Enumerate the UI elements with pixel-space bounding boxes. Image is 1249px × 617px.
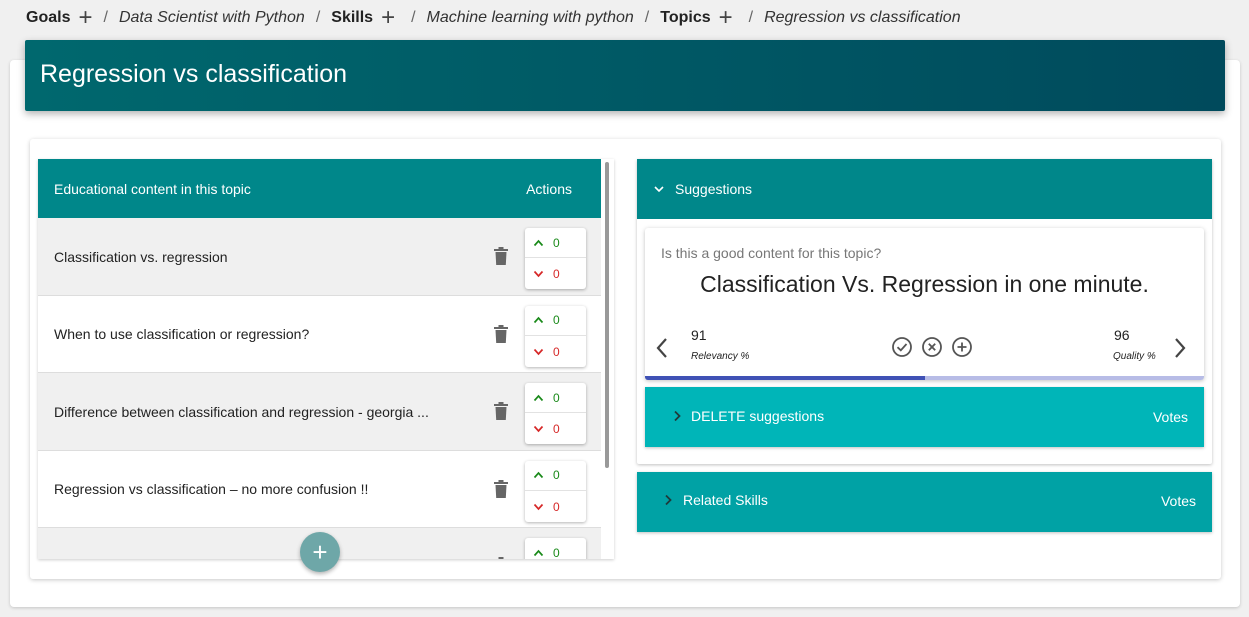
add-content-button[interactable]: + (300, 532, 340, 572)
breadcrumb-separator: / (411, 9, 416, 26)
cancel-circle-icon[interactable] (921, 336, 943, 358)
upvote-count: 0 (553, 468, 560, 482)
add-skill-icon[interactable]: + (381, 6, 395, 30)
suggestion-progress-fill (645, 376, 925, 380)
delete-suggestions-votes: Votes (1152, 409, 1188, 425)
chevron-right-icon[interactable] (1173, 337, 1187, 359)
add-topic-icon[interactable]: + (719, 6, 733, 30)
breadcrumb-separator: / (748, 9, 754, 26)
breadcrumb-topics[interactable]: Topics (660, 9, 710, 27)
upvote-button[interactable]: 0 (525, 306, 586, 336)
table-row: Regression vs classification – no more c… (38, 450, 601, 528)
trash-icon[interactable] (493, 401, 509, 421)
upvote-count: 0 (553, 235, 560, 250)
downvote-count: 0 (553, 422, 560, 436)
upvote-count: 0 (553, 545, 560, 560)
downvote-count: 0 (553, 499, 560, 514)
breadcrumb-skill-path[interactable]: Machine learning with python (427, 9, 634, 27)
suggestion-progress (645, 376, 1204, 380)
table-header-actions: Actions (526, 180, 572, 197)
downvote-button[interactable]: 0 (525, 492, 586, 522)
chevron-right-icon (674, 410, 681, 422)
chevron-up-icon (533, 471, 544, 479)
upvote-button[interactable]: 0 (525, 538, 586, 559)
delete-suggestions-panel[interactable]: DELETE suggestions Votes (645, 387, 1204, 447)
content-title[interactable]: Regression vs classification – no more c… (54, 451, 368, 528)
breadcrumb: Goals + / Data Scientist with Python / S… (26, 0, 961, 36)
breadcrumb-separator: / (644, 9, 650, 26)
downvote-button[interactable]: 0 (525, 414, 586, 444)
page-header: Regression vs classification (25, 40, 1225, 111)
breadcrumb-separator: / (315, 9, 321, 26)
breadcrumb-goal-path[interactable]: Data Scientist with Python (119, 9, 305, 27)
related-skills-votes: Votes (1160, 493, 1196, 509)
chevron-up-icon (533, 549, 544, 556)
related-skills-panel[interactable]: Related Skills Votes (637, 472, 1212, 532)
vote-box: 00 (525, 383, 586, 444)
upvote-count: 0 (553, 390, 560, 405)
table-header-title: Educational content in this topic (54, 180, 251, 197)
vote-box: 00 (525, 460, 586, 522)
table-scrollbar[interactable] (605, 162, 609, 468)
breadcrumb-current: Regression vs classification (764, 9, 961, 26)
relevancy-label: Relevancy % (691, 351, 750, 362)
chevron-left-icon[interactable] (655, 337, 669, 359)
suggestion-content-title[interactable]: Classification Vs. Regression in one min… (645, 271, 1204, 298)
add-goal-icon[interactable]: + (78, 6, 92, 30)
vote-box: 00 (525, 305, 586, 367)
content-title[interactable]: Difference between classification and re… (54, 373, 429, 450)
downvote-button[interactable]: 0 (525, 337, 586, 367)
trash-icon[interactable] (493, 556, 509, 559)
suggestions-title: Suggestions (675, 181, 753, 197)
page-title: Regression vs classification (40, 60, 348, 88)
chevron-down-icon (533, 503, 544, 510)
chevron-down-icon (654, 186, 664, 193)
content-title[interactable]: When to use classification or regression… (54, 296, 309, 373)
trash-icon[interactable] (493, 246, 509, 266)
vote-box: 00 (525, 228, 586, 289)
suggestions-header[interactable]: Suggestions (637, 159, 1212, 219)
suggestions-panel: Suggestions Is this a good content for t… (637, 159, 1212, 464)
table-row: Difference between classification and re… (38, 373, 601, 451)
content-title[interactable]: Classification vs. regression (54, 218, 228, 295)
suggestion-card: Is this a good content for this topic? C… (645, 228, 1204, 380)
chevron-down-icon (533, 270, 544, 278)
vote-box: 00 (525, 538, 586, 559)
breadcrumb-goals[interactable]: Goals (26, 9, 70, 27)
downvote-count: 0 (553, 344, 560, 359)
content-table: Educational content in this topic Action… (38, 159, 614, 559)
relevancy-value: 91 (691, 327, 707, 343)
trash-icon[interactable] (493, 324, 509, 344)
quality-value: 96 (1114, 327, 1130, 343)
downvote-count: 0 (553, 267, 560, 281)
delete-suggestions-label: DELETE suggestions (691, 408, 825, 424)
breadcrumb-skills[interactable]: Skills (331, 9, 373, 27)
table-header: Educational content in this topic Action… (38, 159, 601, 218)
breadcrumb-separator: / (103, 9, 108, 26)
upvote-button[interactable]: 0 (525, 461, 586, 491)
check-circle-icon[interactable] (891, 336, 913, 358)
suggestion-question: Is this a good content for this topic? (661, 245, 882, 261)
table-row: When to use classification or regression… (38, 295, 601, 373)
chevron-down-icon (533, 425, 544, 433)
chevron-right-icon (665, 494, 672, 506)
downvote-button[interactable]: 0 (525, 259, 586, 289)
table-row: Classification vs. regression 0 0 (38, 218, 601, 296)
trash-icon[interactable] (493, 479, 509, 499)
quality-label: Quality % (1113, 351, 1156, 362)
chevron-up-icon (533, 394, 544, 401)
related-skills-label: Related Skills (683, 492, 768, 508)
upvote-button[interactable]: 0 (525, 228, 586, 258)
chevron-up-icon (533, 239, 544, 246)
chevron-down-icon (533, 348, 544, 355)
suggestion-actions (891, 336, 973, 358)
chevron-up-icon (533, 316, 544, 324)
add-circle-icon[interactable] (951, 336, 973, 358)
upvote-button[interactable]: 0 (525, 383, 586, 413)
upvote-count: 0 (553, 313, 560, 327)
